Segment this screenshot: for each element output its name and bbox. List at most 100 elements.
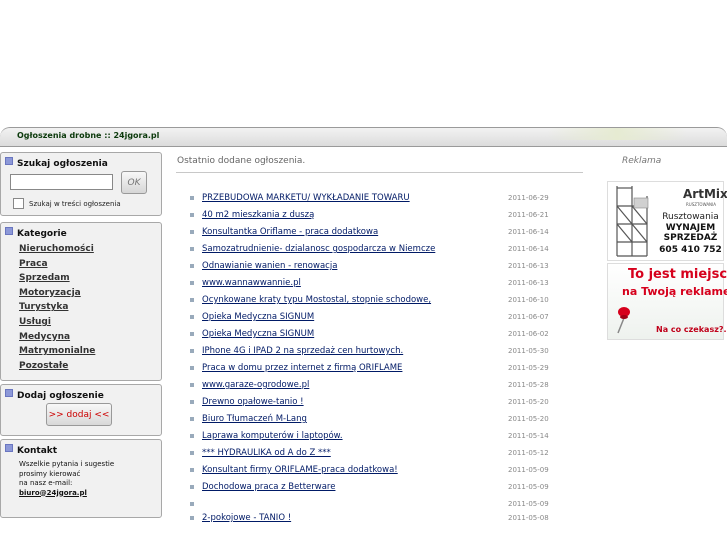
- bullet-icon: [190, 451, 194, 455]
- square-bullet-icon: [5, 157, 13, 165]
- bullet-icon: [190, 516, 194, 520]
- listing-date: 2011-05-29: [508, 364, 549, 372]
- list-item: Samozatrudnienie- dzialanosc gospodarcza…: [190, 241, 560, 258]
- search-ok-button[interactable]: OK: [121, 171, 147, 194]
- listing-date: 2011-06-21: [508, 211, 549, 219]
- square-bullet-icon: [5, 227, 13, 235]
- list-item: Konsultantka Oriflame - praca dodatkowa 2…: [190, 224, 560, 241]
- category-link[interactable]: Usługi: [19, 315, 95, 330]
- top-bar-decoration: [547, 128, 687, 140]
- listing-date: 2011-05-09: [508, 500, 549, 508]
- ad-phone: 605 410 752: [659, 245, 722, 255]
- listing-date: 2011-05-30: [508, 347, 549, 355]
- category-link[interactable]: Medycyna: [19, 330, 95, 345]
- listing-date: 2011-06-29: [508, 194, 549, 202]
- category-link[interactable]: Praca: [19, 257, 95, 272]
- search-box: Szukaj ogłoszenia OK Szukaj w treści ogł…: [0, 152, 162, 216]
- bullet-icon: [190, 315, 194, 319]
- contact-heading: Kontakt: [5, 444, 57, 456]
- list-item: www.garaze-ogrodowe.pl 2011-05-28: [190, 377, 560, 394]
- bullet-icon: [190, 417, 194, 421]
- listing-date: 2011-06-14: [508, 228, 549, 236]
- list-item: Laprawa komputerów i laptopów. 2011-05-14: [190, 428, 560, 445]
- listing-link[interactable]: Konsultant firmy ORIFLAME-praca dodatkow…: [202, 465, 398, 475]
- add-listing-box: Dodaj ogłoszenie >> dodaj <<: [0, 384, 162, 436]
- ads-heading: Reklama: [622, 156, 662, 166]
- category-link[interactable]: Motoryzacja: [19, 286, 95, 301]
- bullet-icon: [190, 485, 194, 489]
- scaffolding-icon: [616, 186, 649, 257]
- bullet-icon: [190, 332, 194, 336]
- listing-link[interactable]: www.wannawwannie.pl: [202, 278, 301, 288]
- divider: [176, 172, 583, 173]
- listing-link[interactable]: 2-pokojowe - TANIO !: [202, 513, 291, 523]
- list-item: Odnawianie wanien - renowacja 2011-06-13: [190, 258, 560, 275]
- main-heading: Ostatnio dodane ogłoszenia.: [177, 156, 306, 166]
- category-link[interactable]: Pozostałe: [19, 359, 95, 374]
- listing-date: 2011-05-09: [508, 483, 549, 491]
- bullet-icon: [190, 349, 194, 353]
- ad-line: SPRZEDAŻ: [663, 233, 718, 243]
- top-bar: Ogłoszenia drobne :: 24jgora.pl: [0, 127, 727, 147]
- search-in-content-checkbox[interactable]: [13, 198, 24, 209]
- search-input[interactable]: [10, 174, 113, 190]
- list-item: *** HYDRAULIKA od A do Z *** 2011-05-12: [190, 445, 560, 462]
- list-item: Dochodowa praca z Betterware 2011-05-09: [190, 479, 560, 496]
- listing-link[interactable]: Odnawianie wanien - renowacja: [202, 261, 337, 271]
- contact-line: prosimy kierować: [19, 469, 81, 478]
- listing-link[interactable]: Drewno opałowe-tanio !: [202, 397, 304, 407]
- listing-link[interactable]: Opieka Medyczna SIGNUM: [202, 312, 314, 322]
- ad-line: Rusztowania: [662, 212, 719, 222]
- list-item: www.wannawwannie.pl 2011-06-13: [190, 275, 560, 292]
- listing-link[interactable]: Dochodowa praca z Betterware: [202, 482, 335, 492]
- pushpin-icon: [617, 307, 630, 334]
- category-link[interactable]: Turystyka: [19, 300, 95, 315]
- list-item: Opieka Medyczna SIGNUM 2011-06-02: [190, 326, 560, 343]
- listing-date: 2011-06-14: [508, 245, 549, 253]
- listing-link[interactable]: Samozatrudnienie- dzialanosc gospodarcza…: [202, 244, 435, 254]
- listing-date: 2011-05-14: [508, 432, 549, 440]
- bullet-icon: [190, 383, 194, 387]
- category-link[interactable]: Nieruchomości: [19, 242, 95, 257]
- listing-link[interactable]: Laprawa komputerów i laptopów.: [202, 431, 343, 441]
- listing-date: 2011-05-20: [508, 398, 549, 406]
- list-item: Konsultant firmy ORIFLAME-praca dodatkow…: [190, 462, 560, 479]
- listing-link[interactable]: PRZEBUDOWA MARKETU/ WYKŁADANIE TOWARU: [202, 193, 410, 203]
- ad-line: To jest miejsce: [628, 267, 727, 282]
- contact-email-link[interactable]: biuro@24jgora.pl: [19, 489, 114, 499]
- bullet-icon: [190, 400, 194, 404]
- search-in-content-label: Szukaj w treści ogłoszenia: [29, 200, 121, 208]
- ad-brand: ArtMix: [683, 187, 727, 201]
- listing-date: 2011-05-28: [508, 381, 549, 389]
- listing-link[interactable]: *** HYDRAULIKA od A do Z ***: [202, 448, 331, 458]
- list-item: PRZEBUDOWA MARKETU/ WYKŁADANIE TOWARU 201…: [190, 190, 560, 207]
- listing-link[interactable]: Biuro Tłumaczeń M-Lang: [202, 414, 307, 424]
- listing-link[interactable]: www.garaze-ogrodowe.pl: [202, 380, 309, 390]
- contact-box: Kontakt Wszelkie pytania i sugestie pros…: [0, 439, 162, 518]
- square-bullet-icon: [5, 389, 13, 397]
- bullet-icon: [190, 213, 194, 217]
- list-item: Biuro Tłumaczeń M-Lang 2011-05-20: [190, 411, 560, 428]
- listing-date: 2011-05-09: [508, 466, 549, 474]
- category-link[interactable]: Sprzedam: [19, 271, 95, 286]
- add-listing-button[interactable]: >> dodaj <<: [46, 403, 112, 426]
- listing-date: 2011-06-13: [508, 262, 549, 270]
- ad-line: na Twoją reklamę!: [622, 285, 727, 298]
- ad-banner-placeholder[interactable]: To jest miejsce na Twoją reklamę! Na co …: [607, 263, 727, 340]
- listing-link[interactable]: Ocynkowane kraty typu Mostostal, stopnie…: [202, 295, 431, 305]
- ad-banner-artmix[interactable]: ArtMix RUSZTOWANIA Rusztowania WYNAJEM S…: [607, 181, 727, 261]
- bullet-icon: [190, 281, 194, 285]
- listing-date: 2011-05-12: [508, 449, 549, 457]
- listing-link[interactable]: Opieka Medyczna SIGNUM: [202, 329, 314, 339]
- listing-link[interactable]: IPhone 4G i IPAD 2 na sprzedaż cen hurto…: [202, 346, 403, 356]
- category-link[interactable]: Matrymonialne: [19, 344, 95, 359]
- category-list: Nieruchomości Praca Sprzedam Motoryzacja…: [19, 242, 95, 373]
- listing-date: 2011-06-02: [508, 330, 549, 338]
- listing-link[interactable]: 40 m2 mieszkania z duszą: [202, 210, 314, 220]
- list-item: Drewno opałowe-tanio ! 2011-05-20: [190, 394, 560, 411]
- listing-link[interactable]: Praca w domu przez internet z firmą ORIF…: [202, 363, 402, 373]
- add-listing-heading: Dodaj ogłoszenie: [5, 389, 104, 401]
- listing-link[interactable]: Konsultantka Oriflame - praca dodatkowa: [202, 227, 378, 237]
- contact-line: Wszelkie pytania i sugestie: [19, 460, 115, 468]
- list-item: 2011-05-09: [190, 496, 560, 510]
